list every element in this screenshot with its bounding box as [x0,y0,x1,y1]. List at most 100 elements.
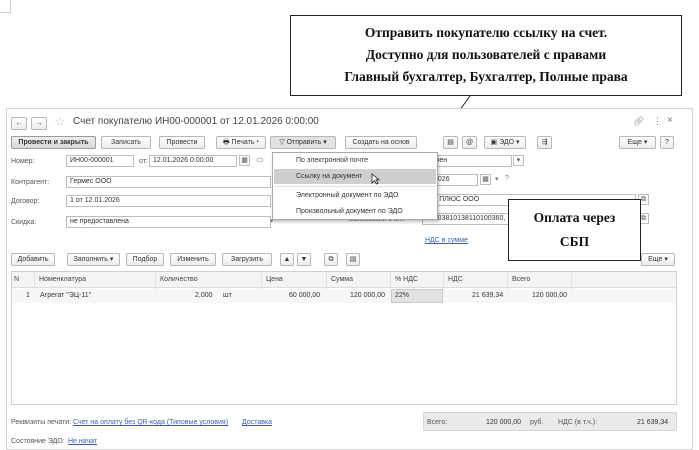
number-label: Номер: [11,158,35,165]
document-list-button[interactable]: ▤ [346,253,360,266]
table-more-button[interactable]: Еще ▾ [641,253,675,266]
fill-button[interactable]: Заполнить ▾ [67,253,120,266]
print-button-label: Печать [231,139,255,146]
change-button[interactable]: Изменить [170,253,216,266]
help-question-icon[interactable]: ? [505,175,509,182]
status-dropdown-button[interactable]: ▾ [513,155,524,166]
chevron-down-icon: ▾ [643,139,648,146]
table-row[interactable] [12,289,676,303]
copy-icon: ⧉ [328,256,334,263]
column-header-total[interactable]: Всего [512,273,530,287]
forward-button[interactable]: → [31,117,47,130]
callout-sbp: Оплата через СБП [508,199,641,261]
delivery-link[interactable]: Доставка [242,419,272,426]
date-extra-icon[interactable]: ▭ [256,155,264,164]
discount-field[interactable]: не предоставлена [66,216,271,228]
sbp-icon: ⇶ [541,139,548,146]
cell-quantity: 2,000 [195,292,213,299]
contract-label: Договор: [11,198,40,205]
select-button[interactable]: Подбор [126,253,164,266]
menu-item-edo-document[interactable]: Электронный документ по ЭДО [274,188,436,203]
upload-button[interactable]: Загрузить [222,253,272,266]
send-button[interactable]: ▽ Отправить ▾ [270,136,336,149]
vat-in-sum-link[interactable]: НДС в сумме [425,237,468,244]
cell-n: 1 [26,292,30,299]
move-up-button[interactable]: ▲ [280,253,294,266]
post-and-close-button[interactable]: Провести и закрыть [11,136,96,149]
currency-label: руб. [530,419,544,426]
cell-price: 60 000,00 [289,292,321,299]
pay-date-calendar-button[interactable]: ▦ [480,174,491,185]
attachment-button[interactable]: @ [462,136,477,149]
edo-button[interactable]: ▣ ЭДО ▾ [484,136,526,149]
print-requisites-label: Реквизиты печати: [11,419,72,426]
arrow-right-icon: → [35,120,43,127]
cell-vat: 21 639,34 [472,292,504,299]
favorite-star-icon[interactable]: ☆ [54,114,66,130]
create-based-button[interactable]: Создать на основ [345,136,417,149]
cell-total: 120 000,00 [532,292,568,299]
menu-item-document-link[interactable]: Ссылку на документ [274,169,436,184]
menu-item-custom-edo-document[interactable]: Произвольный документ по ЭДО [274,204,436,219]
contractor-label: Контрагент: [11,179,50,186]
link-icon[interactable]: 🔗︎ [633,116,644,127]
column-header-vat-rate[interactable]: % НДС [395,273,418,287]
chevron-down-icon: ▾ [323,139,327,146]
chevron-down-icon: ▾ [109,256,114,263]
date-field[interactable]: 12.01.2026 0:00:00 [149,155,237,167]
print-button[interactable]: 🖶︎ Печать ▾ [216,136,266,149]
more-button[interactable]: Еще ▾ [619,136,656,149]
fill-button-label: Заполнить [73,256,108,263]
list-icon: ▤ [349,256,357,263]
column-header-sum[interactable]: Сумма [331,273,353,287]
paperclip-icon: @ [465,139,474,146]
chevron-down-icon: ▾ [664,256,668,263]
arrow-left-icon: ← [15,120,23,127]
close-icon[interactable]: × [667,115,673,126]
table-more-button-label: Еще [648,256,663,263]
edo-state-label: Состояние ЭДО: [11,438,65,445]
printer-icon: 🖶︎ [222,139,230,146]
column-header-price[interactable]: Цена [266,273,283,287]
separator [274,186,436,187]
chevron-down-icon: ▾ [516,157,521,164]
document-icon-button[interactable]: ▤ [443,136,458,149]
mouse-cursor-icon [371,173,380,185]
menu-item-email[interactable]: По электронной почте [274,153,436,168]
move-down-button[interactable]: ▼ [297,253,311,266]
pay-date-dropdown-icon[interactable]: ▾ [495,175,499,183]
edo-state-link[interactable]: Не начат [68,438,97,445]
post-button[interactable]: Провести [159,136,205,149]
callout-sbp-line1: Оплата через [533,210,616,225]
cell-vat-rate[interactable]: 22% [395,290,409,302]
calendar-button[interactable]: ▦ [239,155,250,166]
column-header-item[interactable]: Номенклатура [39,273,86,287]
edo-icon: ▣ [490,139,498,146]
column-header-vat[interactable]: НДС [448,273,463,287]
copy-row-button[interactable]: ⧉ [324,253,338,266]
column-header-quantity[interactable]: Количество [160,273,198,287]
contractor-field[interactable]: Гермес ООО [66,176,271,188]
date-label: от: [139,158,148,165]
more-vertical-icon[interactable]: ⋮ [653,116,662,127]
chevron-down-icon: ▾ [256,139,260,146]
vat-total-value: 21 639,34 [637,419,669,426]
contract-field[interactable]: 1 от 12.01.2026 [66,195,271,207]
cell-sum: 120 000,00 [350,292,386,299]
edo-button-label: ЭДО [499,139,515,146]
sbp-button[interactable]: ⇶ [537,136,552,149]
column-header-n[interactable]: N [14,273,19,287]
back-button[interactable]: ← [11,117,27,130]
add-row-button[interactable]: Добавить [11,253,55,266]
open-icon: ⧉ [641,196,646,203]
number-field[interactable]: ИН00-000001 [66,155,134,167]
chevron-down-icon: ▾ [516,139,520,146]
arrow-down-icon: ▼ [300,256,308,263]
help-button[interactable]: ? [660,136,674,149]
status-field[interactable]: ачен [428,155,512,167]
calendar-icon: ▦ [482,176,489,183]
print-requisites-link[interactable]: Счет на оплату без QR-кода (Типовые усло… [73,419,228,426]
discount-label: Скидка: [11,219,37,226]
calendar-icon: ▦ [241,157,248,164]
save-button[interactable]: Записать [101,136,151,149]
